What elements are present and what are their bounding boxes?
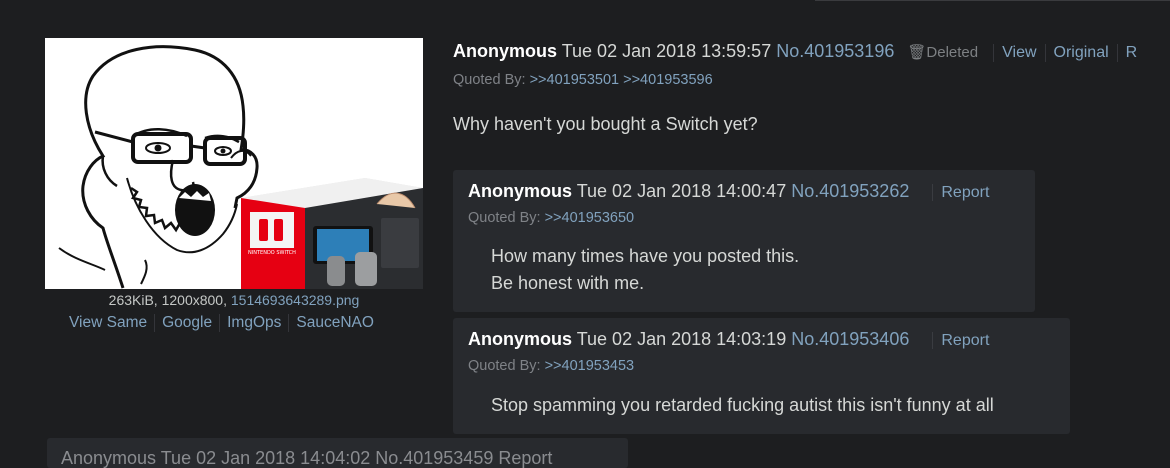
op-post-date: Tue 02 Jan 2018 13:59:57 <box>561 41 772 61</box>
quote-link[interactable]: >>401953596 <box>623 72 713 88</box>
reply-quoted-by: Quoted By: >>401953650 <box>468 210 634 226</box>
reply-message: Stop spamming you retarded fucking autis… <box>491 392 994 419</box>
post-thumbnail[interactable]: NINTENDO SWITCH <box>45 38 423 289</box>
deleted-label: Deleted <box>926 44 979 61</box>
quoted-by-label: Quoted By: <box>468 210 541 226</box>
op-message: Why haven't you bought a Switch yet? <box>453 114 758 134</box>
reply-post-number[interactable]: No.401953406 <box>791 329 909 349</box>
reply-header: Anonymous Tue 02 Jan 2018 14:00:47 No.40… <box>468 181 990 202</box>
view-same-link[interactable]: View Same <box>62 314 156 332</box>
message-line: Be honest with me. <box>491 273 645 293</box>
imgops-link[interactable]: ImgOps <box>220 314 290 332</box>
quote-link[interactable]: >>401953453 <box>545 358 635 374</box>
reply-date: Tue 02 Jan 2018 14:03:19 <box>576 329 787 349</box>
reply-post: Anonymous Tue 02 Jan 2018 14:03:19 No.40… <box>453 318 1070 434</box>
original-button[interactable]: Original <box>1044 44 1117 62</box>
trash-icon: 🗑 <box>907 44 927 61</box>
reply-quoted-by: Quoted By: >>401953453 <box>468 358 634 374</box>
top-divider <box>815 0 1170 1</box>
reply-poster-name: Anonymous <box>468 181 573 201</box>
op-post-header: Anonymous Tue 02 Jan 2018 13:59:57 No.40… <box>453 41 1145 62</box>
view-button[interactable]: View <box>993 44 1044 62</box>
message-line: How many times have you posted this. <box>491 246 800 266</box>
report-button-partial[interactable]: R <box>1116 44 1146 62</box>
file-meta: 263KiB, 1200x800, <box>108 292 227 308</box>
file-name-link[interactable]: 1514693643289.png <box>231 292 359 308</box>
box-brand-text: NINTENDO SWITCH <box>248 250 296 256</box>
reply-header: Anonymous Tue 02 Jan 2018 14:03:19 No.40… <box>468 329 990 350</box>
partial-reply-post: Anonymous Tue 02 Jan 2018 14:04:02 No.40… <box>47 438 628 468</box>
reply-message: How many times have you posted this. Be … <box>491 243 799 297</box>
wojak-switch-image: NINTENDO SWITCH <box>45 38 423 289</box>
file-info: 263KiB, 1200x800, 1514693643289.png <box>45 292 423 308</box>
report-button[interactable]: Report <box>932 184 990 201</box>
op-poster-name: Anonymous <box>453 41 558 61</box>
message-line: Stop spamming you retarded fucking autis… <box>491 395 994 415</box>
google-link[interactable]: Google <box>155 314 221 332</box>
op-quoted-by: Quoted By: >>401953501 >>401953596 <box>453 72 713 88</box>
quoted-by-label: Quoted By: <box>468 358 541 374</box>
quote-link[interactable]: >>401953501 <box>530 72 620 88</box>
saucenao-link[interactable]: SauceNAO <box>289 314 381 332</box>
op-post-number[interactable]: No.401953196 <box>776 41 894 61</box>
file-search-links: View Same Google ImgOps SauceNAO <box>62 314 381 332</box>
quoted-by-label: Quoted By: <box>453 72 526 88</box>
reply-poster-name: Anonymous <box>468 329 573 349</box>
reply-post-number[interactable]: No.401953262 <box>791 181 909 201</box>
partial-reply-header: Anonymous Tue 02 Jan 2018 14:04:02 No.40… <box>61 448 553 468</box>
reply-date: Tue 02 Jan 2018 14:00:47 <box>576 181 787 201</box>
op-deleted-badge: 🗑Deleted <box>907 44 978 61</box>
reply-post: Anonymous Tue 02 Jan 2018 14:00:47 No.40… <box>453 170 1035 312</box>
quote-link[interactable]: >>401953650 <box>545 210 635 226</box>
report-button[interactable]: Report <box>932 332 990 349</box>
